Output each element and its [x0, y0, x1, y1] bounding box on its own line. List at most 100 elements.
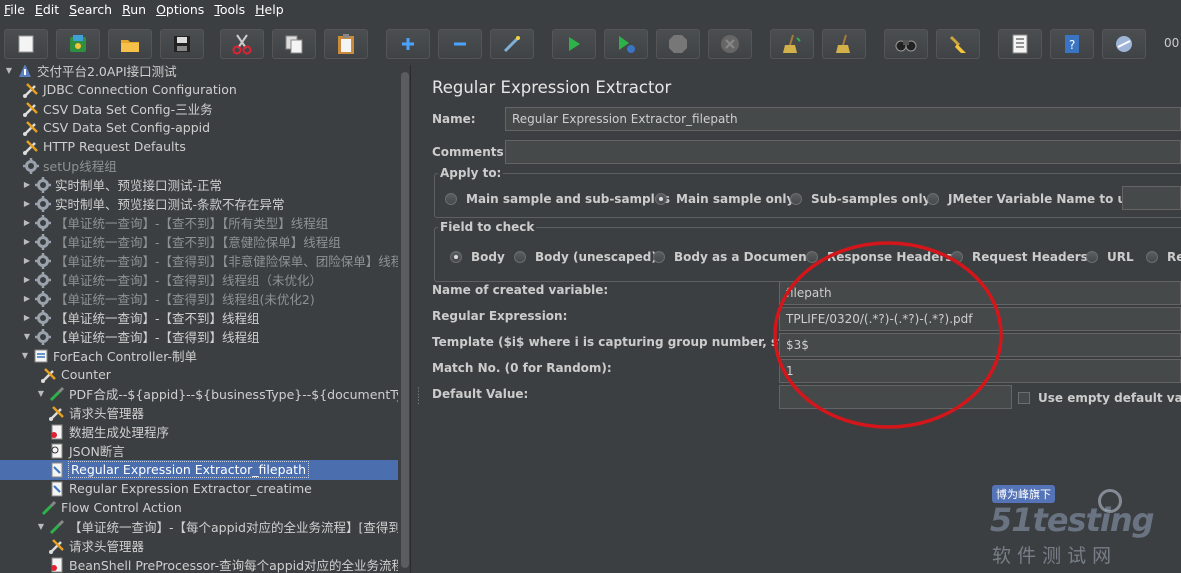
field-request-radio[interactable]: Re: [1146, 250, 1181, 264]
tree-node-label: 【单证统一查询】-【查不到】【意健险保单】线程组: [55, 235, 341, 250]
tree-node[interactable]: Counter: [40, 365, 111, 384]
tree-node[interactable]: ▶ 【单证统一查询】-【查得到】线程组(未优化2): [22, 289, 315, 308]
shutdown-icon: [721, 35, 739, 53]
tree-node[interactable]: setUp线程组: [22, 156, 117, 175]
clear-all-button[interactable]: [822, 29, 866, 59]
radio-dot-icon: [1146, 251, 1158, 263]
tree-node[interactable]: 请求头管理器: [48, 403, 144, 422]
tree-node[interactable]: Flow Control Action: [40, 498, 182, 517]
expand-arrow-icon[interactable]: ▼: [36, 522, 46, 532]
tree-node[interactable]: 请求头管理器: [48, 536, 144, 555]
expand-arrow-icon[interactable]: ▼: [22, 332, 32, 342]
tree-node[interactable]: ▶ 【单证统一查询】-【查不到】【意健险保单】线程组: [22, 232, 341, 251]
tree-node[interactable]: ▶ 实时制单、预览接口测试-条款不存在异常: [22, 194, 285, 213]
collapse-arrow-icon[interactable]: ▶: [22, 199, 32, 209]
tree-node[interactable]: ▼ 交付平台2.0API接口测试: [4, 65, 177, 80]
broom-all-icon: [836, 34, 850, 53]
tree-node[interactable]: 数据生成处理程序: [48, 422, 169, 441]
test-plan-tree: ▼ 交付平台2.0API接口测试 JDBC Connection Configura…: [0, 65, 398, 573]
tree-scrollbar-thumb[interactable]: [401, 72, 409, 568]
radio-dot-icon: [790, 193, 802, 205]
tree-node-label: PDF合成--${appid}--${businessType}--${docu…: [69, 387, 398, 402]
paste-button[interactable]: [324, 29, 368, 59]
use-empty-default-checkbox[interactable]: Use empty default value: [1018, 391, 1181, 405]
copy-button[interactable]: [272, 29, 316, 59]
save-button[interactable]: [160, 29, 204, 59]
expand-arrow-icon[interactable]: ▼: [4, 66, 14, 76]
tree-node[interactable]: ▶ 实时制单、预览接口测试-正常: [22, 175, 222, 194]
cut-button[interactable]: [220, 29, 264, 59]
tree-node[interactable]: ▼ PDF合成--${appid}--${businessType}--${doc…: [36, 384, 398, 403]
open-button[interactable]: [108, 29, 152, 59]
menu-file[interactable]: File: [0, 0, 31, 20]
reset-search-button[interactable]: [936, 29, 980, 59]
tree-node[interactable]: JSON断言: [48, 441, 125, 460]
field-body-unescaped-radio[interactable]: Body (unescaped): [514, 250, 657, 264]
tree-node[interactable]: BeanShell PreProcessor-查询每个appid对应的全业务流程: [48, 555, 398, 573]
tree-node-label: 【单证统一查询】-【查得到】【非意健险保单、团险保单】线程: [55, 254, 398, 269]
tree-node[interactable]: ▼ ForEach Controller-制单: [20, 346, 197, 365]
collapse-arrow-icon[interactable]: ▶: [22, 313, 32, 323]
expand-arrow-icon[interactable]: ▼: [36, 389, 46, 399]
thread-group-icon: [34, 309, 51, 326]
collapse-arrow-icon[interactable]: ▶: [22, 180, 32, 190]
tree-node[interactable]: ▼ 【单证统一查询】-【每个appid对应的全业务流程】[查得到]${a: [36, 517, 398, 536]
floppy-icon: [174, 36, 190, 52]
expand-button[interactable]: [386, 29, 430, 59]
menu-help[interactable]: Help: [251, 0, 290, 20]
play-icon: [569, 37, 580, 51]
start-button[interactable]: [552, 29, 596, 59]
apply-main-and-sub-radio[interactable]: Main sample and sub-samples: [445, 192, 670, 206]
tree-node[interactable]: Regular Expression Extractor_filepath: [48, 460, 310, 479]
comments-field[interactable]: [505, 140, 1181, 164]
help-button[interactable]: ?: [1050, 29, 1094, 59]
collapse-button[interactable]: [438, 29, 482, 59]
function-helper-button[interactable]: [998, 29, 1042, 59]
checkbox-icon: [1018, 392, 1030, 404]
collapse-arrow-icon[interactable]: ▶: [22, 256, 32, 266]
tree-node[interactable]: HTTP Request Defaults: [22, 137, 186, 156]
apply-main-only-radio[interactable]: Main sample only: [655, 192, 794, 206]
collapse-arrow-icon[interactable]: ▶: [22, 237, 32, 247]
expand-arrow-icon[interactable]: ▼: [20, 351, 30, 361]
name-field[interactable]: Regular Expression Extractor_filepath: [505, 107, 1181, 131]
tree-node[interactable]: ▶ 【单证统一查询】-【查不到】【所有类型】线程组: [22, 213, 328, 232]
new-button[interactable]: [4, 29, 48, 59]
thread-group-icon: [34, 252, 51, 269]
tree-node[interactable]: Regular Expression Extractor_creatime: [48, 479, 312, 498]
apply-variable-radio[interactable]: JMeter Variable Name to use: [927, 192, 1141, 206]
apply-main-and-sub-label: Main sample and sub-samples: [466, 192, 671, 206]
tree-node-label: 实时制单、预览接口测试-条款不存在异常: [55, 197, 285, 212]
menu-options[interactable]: Options: [152, 0, 210, 20]
menu-tools[interactable]: Tools: [210, 0, 251, 20]
broom-icon: [783, 34, 801, 53]
tree-node[interactable]: ▶ 【单证统一查询】-【查得到】【非意健险保单、团险保单】线程: [22, 251, 398, 270]
menu-edit[interactable]: Edit: [31, 0, 65, 20]
collapse-arrow-icon[interactable]: ▶: [22, 218, 32, 228]
scissors-icon: [232, 34, 252, 55]
tree-node[interactable]: CSV Data Set Config-三业务: [22, 99, 213, 118]
apply-sub-only-radio[interactable]: Sub-samples only: [790, 192, 930, 206]
tree-node[interactable]: CSV Data Set Config-appid: [22, 118, 210, 137]
tree-node[interactable]: ▶ 【单证统一查询】-【查得到】线程组（未优化）: [22, 270, 322, 289]
menu-search[interactable]: Search: [65, 0, 118, 20]
tree-node[interactable]: ▶ 【单证统一查询】-【查不到】线程组: [22, 308, 260, 327]
jmeter-variable-field[interactable]: [1122, 186, 1181, 210]
stop-button[interactable]: [656, 29, 700, 59]
templates-button[interactable]: [56, 29, 100, 59]
tree-node[interactable]: ▼ 【单证统一查询】-【查得到】线程组: [22, 327, 260, 346]
collapse-arrow-icon[interactable]: ▶: [22, 294, 32, 304]
play-timer-icon: [619, 36, 635, 53]
tree-node[interactable]: JDBC Connection Configuration: [22, 80, 237, 99]
start-no-pauses-button[interactable]: [604, 29, 648, 59]
remote-button[interactable]: [1102, 29, 1146, 59]
shutdown-button[interactable]: [708, 29, 752, 59]
search-button[interactable]: [884, 29, 928, 59]
field-url-radio[interactable]: URL: [1086, 250, 1134, 264]
clear-button[interactable]: [770, 29, 814, 59]
field-body-radio[interactable]: Body: [450, 250, 505, 264]
collapse-arrow-icon[interactable]: ▶: [22, 275, 32, 285]
toggle-button[interactable]: [490, 29, 534, 59]
apply-main-only-label: Main sample only: [676, 192, 795, 206]
menu-run[interactable]: Run: [118, 0, 152, 20]
